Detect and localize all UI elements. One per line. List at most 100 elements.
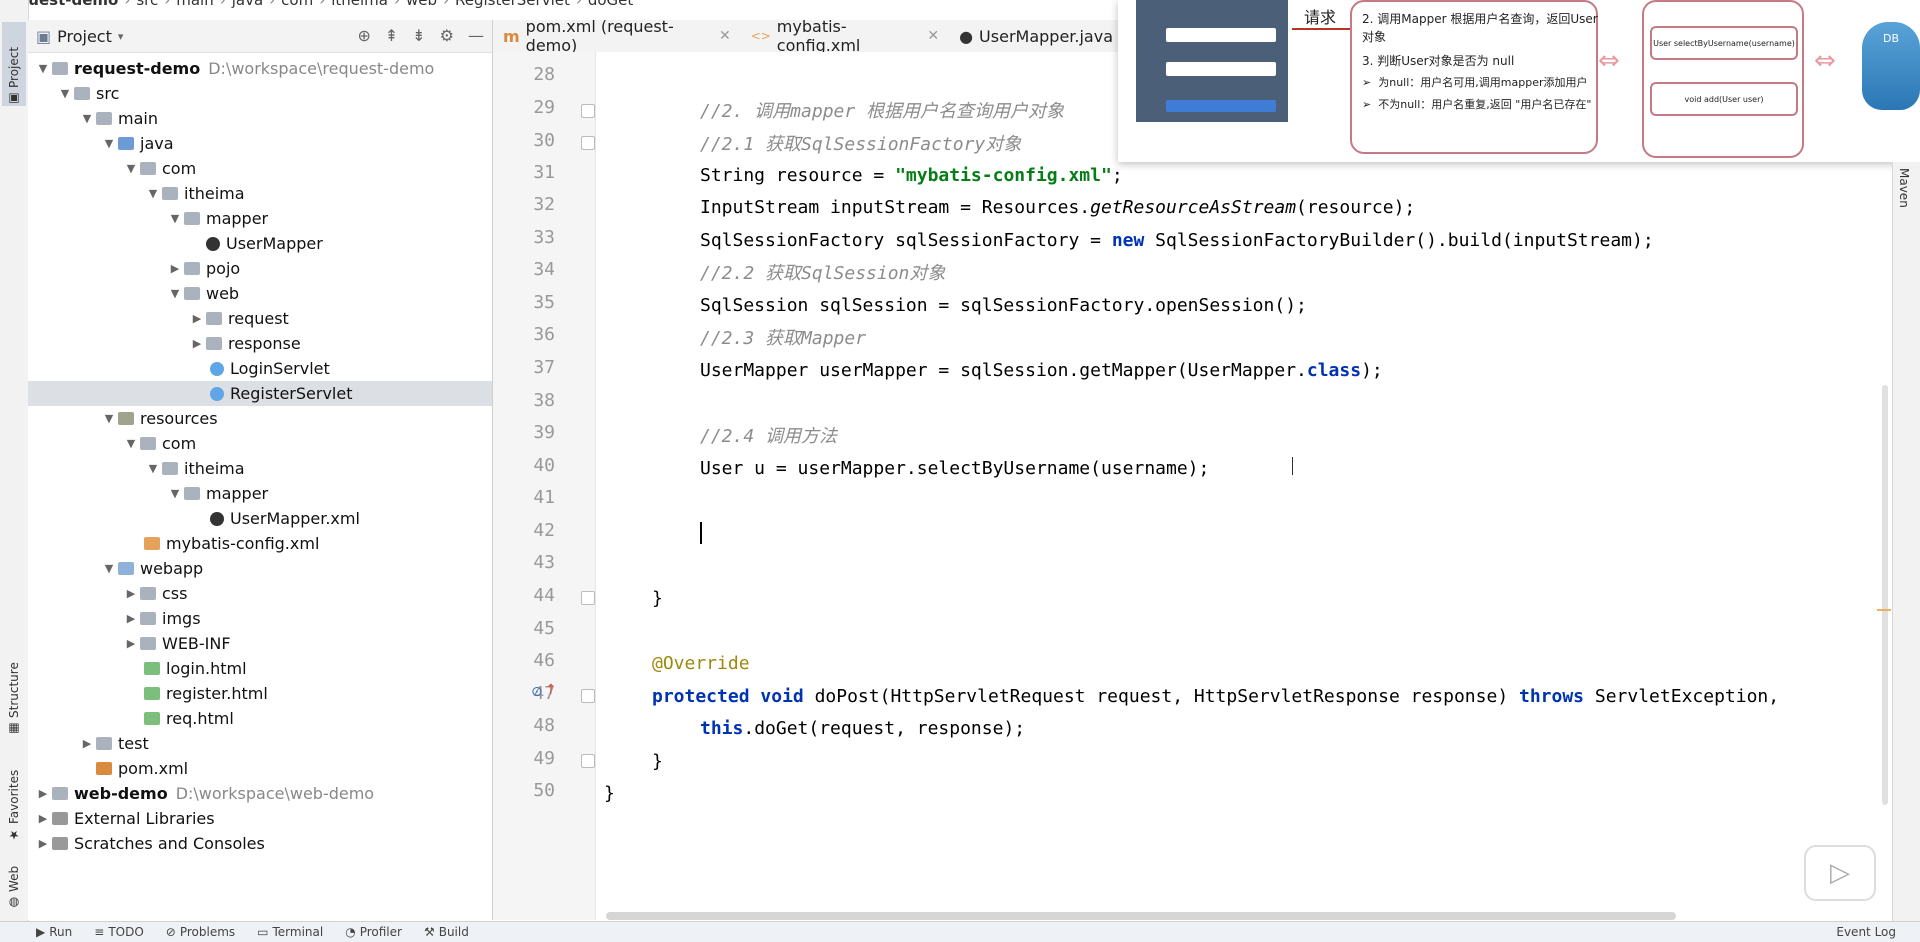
chevron-down-icon[interactable]: ▼: [166, 287, 184, 300]
vertical-scrollbar[interactable]: [1882, 385, 1888, 805]
breadcrumb-item[interactable]: java: [232, 0, 263, 9]
structure-tool-tab[interactable]: ▦ Structure: [2, 654, 26, 736]
chevron-down-icon[interactable]: ▼: [166, 212, 184, 225]
chevron-down-icon[interactable]: ▼: [78, 112, 96, 125]
chevron-right-icon[interactable]: ▶: [78, 737, 96, 750]
tree-item-web-inf[interactable]: ▶ WEB-INF: [122, 631, 231, 656]
chevron-down-icon[interactable]: ▼: [100, 562, 118, 575]
chevron-right-icon[interactable]: ▶: [122, 637, 140, 650]
tree-item-mapper[interactable]: ▼ mapper: [166, 206, 268, 231]
folder-icon: [140, 587, 156, 600]
breadcrumb-item[interactable]: com: [281, 0, 313, 9]
tree-item-mybatis-config[interactable]: mybatis-config.xml: [144, 531, 319, 556]
chevron-right-icon[interactable]: ▶: [122, 587, 140, 600]
breadcrumb-item[interactable]: web: [406, 0, 437, 9]
tree-item-login-html[interactable]: login.html: [144, 656, 247, 681]
chevron-down-icon[interactable]: ▼: [122, 162, 140, 175]
tab-pom-xml[interactable]: m pom.xml (request-demo) ✕: [493, 17, 741, 55]
tree-item-request-demo[interactable]: ▼ request-demo D:\workspace\request-demo: [34, 56, 435, 81]
tab-mybatis-config[interactable]: <> mybatis-config.xml ✕: [741, 17, 949, 55]
chevron-right-icon[interactable]: ▶: [166, 262, 184, 275]
tree-item-loginservlet[interactable]: LoginServlet: [210, 356, 330, 381]
build-tool-tab[interactable]: ⚒ Build: [424, 925, 469, 939]
breadcrumb-item[interactable]: src: [136, 0, 158, 9]
chevron-down-icon[interactable]: ▼: [56, 87, 74, 100]
tree-item-main[interactable]: ▼ main: [78, 106, 158, 131]
project-tool-tab[interactable]: ▣ Project: [2, 22, 26, 106]
tree-item-java[interactable]: ▼ java: [100, 131, 174, 156]
fold-marker-icon[interactable]: [581, 754, 595, 768]
profiler-tool-tab[interactable]: ◔ Profiler: [345, 925, 402, 939]
horizontal-scrollbar[interactable]: [606, 912, 1676, 920]
chevron-right-icon[interactable]: ▶: [188, 312, 206, 325]
tree-item-scratches[interactable]: ▶ Scratches and Consoles: [34, 831, 265, 856]
close-icon[interactable]: ✕: [719, 28, 731, 44]
tree-item-res-mapper[interactable]: ▼ mapper: [166, 481, 268, 506]
run-tool-tab[interactable]: ▶ Run: [36, 925, 72, 939]
expand-all-icon[interactable]: ⇟: [412, 26, 425, 45]
gear-icon[interactable]: ⚙: [440, 26, 454, 45]
fold-marker-icon[interactable]: [581, 689, 595, 703]
event-log-tool-tab[interactable]: Event Log: [1836, 925, 1896, 939]
problems-tool-tab[interactable]: ⊘ Problems: [166, 925, 235, 939]
chevron-right-icon[interactable]: ▶: [122, 612, 140, 625]
tree-item-usermapper-xml[interactable]: UserMapper.xml: [210, 506, 360, 531]
chevron-down-icon[interactable]: ▼: [144, 187, 162, 200]
tree-item-req-html[interactable]: req.html: [144, 706, 234, 731]
code-editor[interactable]: //2. 调用mapper 根据用户名查询用户对象 //2.1 获取SqlSes…: [596, 52, 1892, 920]
chevron-down-icon[interactable]: ▼: [166, 487, 184, 500]
tree-item-src[interactable]: ▼ src: [56, 81, 120, 106]
chevron-down-icon[interactable]: ▼: [100, 412, 118, 425]
close-icon[interactable]: ✕: [927, 28, 939, 44]
breadcrumb-item[interactable]: main: [176, 0, 213, 9]
tree-item-pojo[interactable]: ▶ pojo: [166, 256, 240, 281]
arrow-up-icon[interactable]: ↑: [545, 682, 557, 698]
breadcrumb-item[interactable]: RegisterServlet: [455, 0, 570, 9]
line-number: 36: [533, 324, 555, 345]
todo-tool-tab[interactable]: ≡ TODO: [94, 925, 144, 939]
breadcrumb-item[interactable]: itheima: [331, 0, 388, 9]
tree-item-webapp[interactable]: ▼ webapp: [100, 556, 203, 581]
globe-icon[interactable]: ⊕: [357, 26, 370, 45]
web-tool-tab[interactable]: ◍ Web: [2, 858, 26, 910]
tree-item-register-html[interactable]: register.html: [144, 681, 268, 706]
tab-usermapper-java[interactable]: ● UserMapper.java: [949, 20, 1123, 52]
chevron-down-icon[interactable]: ▼: [144, 462, 162, 475]
tree-item-res-itheima[interactable]: ▼ itheima: [144, 456, 245, 481]
tree-item-css[interactable]: ▶ css: [122, 581, 188, 606]
play-icon[interactable]: ▷: [1804, 845, 1876, 901]
tree-item-registerservlet[interactable]: RegisterServlet: [28, 381, 492, 406]
fold-marker-icon[interactable]: [581, 591, 595, 605]
tree-item-external-libraries[interactable]: ▶ External Libraries: [34, 806, 215, 831]
tree-item-itheima[interactable]: ▼ itheima: [144, 181, 245, 206]
chevron-down-icon[interactable]: ▼: [122, 437, 140, 450]
collapse-all-icon[interactable]: ⇞: [385, 26, 398, 45]
project-view-selector[interactable]: ▣ Project ▾: [36, 27, 123, 46]
breadcrumb-item[interactable]: doGet: [588, 0, 633, 9]
tree-item-com[interactable]: ▼ com: [122, 156, 196, 181]
terminal-tool-tab[interactable]: ▭ Terminal: [257, 925, 323, 939]
chevron-right-icon[interactable]: ▶: [188, 337, 206, 350]
fold-marker-icon[interactable]: [581, 136, 595, 150]
chevron-down-icon[interactable]: ▼: [34, 62, 52, 75]
tree-item-web[interactable]: ▼ web: [166, 281, 239, 306]
warning-marker[interactable]: [1877, 609, 1891, 611]
tree-item-response[interactable]: ▶ response: [188, 331, 301, 356]
minimize-icon[interactable]: —: [468, 26, 484, 45]
fold-marker-icon[interactable]: [581, 104, 595, 118]
override-method-icon[interactable]: ⊙: [531, 684, 543, 700]
tree-item-usermapper[interactable]: UserMapper: [188, 231, 323, 256]
tree-item-pom-xml[interactable]: pom.xml: [78, 756, 188, 781]
tree-item-test[interactable]: ▶ test: [78, 731, 149, 756]
chevron-right-icon[interactable]: ▶: [34, 837, 52, 850]
favorites-tool-tab[interactable]: ★ Favorites: [2, 758, 26, 842]
tree-item-web-demo[interactable]: ▶ web-demo D:\workspace\web-demo: [34, 781, 374, 806]
tree-item-request[interactable]: ▶ request: [188, 306, 289, 331]
chevron-right-icon[interactable]: ▶: [34, 787, 52, 800]
maven-tool-tab[interactable]: Maven: [1897, 168, 1911, 208]
tree-item-res-com[interactable]: ▼ com: [122, 431, 196, 456]
tree-item-imgs[interactable]: ▶ imgs: [122, 606, 201, 631]
chevron-right-icon[interactable]: ▶: [34, 812, 52, 825]
tree-item-resources[interactable]: ▼ resources: [100, 406, 218, 431]
chevron-down-icon[interactable]: ▼: [100, 137, 118, 150]
